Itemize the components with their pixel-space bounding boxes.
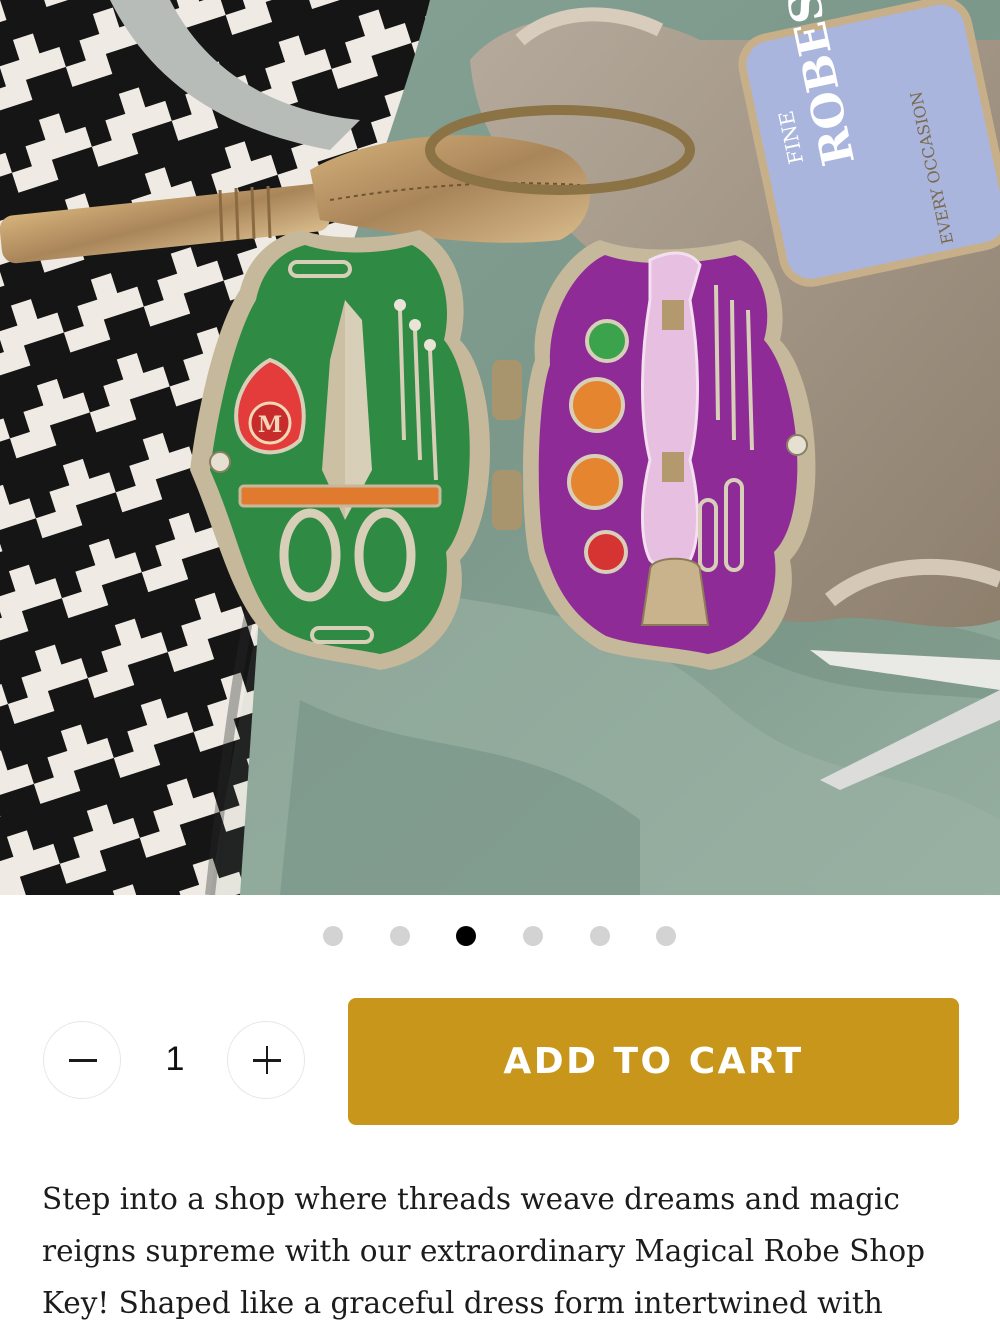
product-description: Step into a shop where threads weave dre…	[42, 1182, 926, 1320]
product-photo-illustration: ROBES FINE EVERY OCCASION M	[0, 0, 1000, 895]
carousel-dot-2[interactable]	[390, 926, 410, 946]
add-to-cart-button[interactable]: ADD TO CART	[348, 998, 959, 1125]
image-carousel-dots	[0, 925, 1000, 947]
product-page: ROBES FINE EVERY OCCASION M 1 ADD TO CAR…	[0, 0, 1000, 1333]
quantity-decrease-button[interactable]	[43, 1021, 121, 1099]
quantity-value[interactable]: 1	[135, 1036, 215, 1082]
carousel-dot-6[interactable]	[656, 926, 676, 946]
carousel-dot-1[interactable]	[323, 926, 343, 946]
locket-letter: M	[258, 412, 282, 438]
carousel-dot-5[interactable]	[590, 926, 610, 946]
carousel-dot-3-active[interactable]	[456, 926, 476, 946]
quantity-increase-button[interactable]	[227, 1021, 305, 1099]
minus-icon	[69, 1059, 97, 1062]
product-image[interactable]: ROBES FINE EVERY OCCASION M	[0, 0, 1000, 895]
carousel-dot-4[interactable]	[523, 926, 543, 946]
